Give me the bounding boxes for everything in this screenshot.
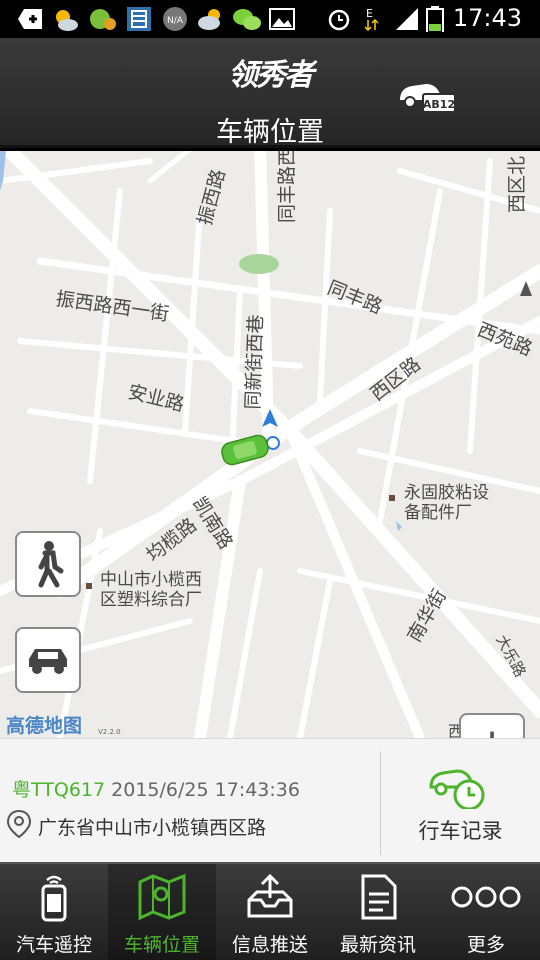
app-notification-icon [90, 9, 116, 30]
inbox-upload-icon [247, 873, 293, 918]
plate-time-line: 粤TTQ617 2015/6/25 17:43:36 [12, 775, 300, 802]
nav-item-message-push[interactable]: 信息推送 [216, 864, 324, 960]
poi-label[interactable]: 永固胶粘设 备配件厂 [404, 483, 489, 523]
poi-label-line: 区塑料综合厂 [100, 590, 202, 610]
map-location-icon [138, 873, 186, 921]
map-view[interactable]: 振西路 同丰路西 同丰路 西区北 振西路西一街 同新街西巷 西苑路 西区路 安业… [0, 151, 540, 738]
vehicle-info-panel: 粤TTQ617 2015/6/25 17:43:36 广东省中山市小榄镇西区路 … [0, 738, 540, 862]
battery-icon [426, 6, 444, 32]
nav-label: 汽车遥控 [15, 934, 92, 956]
poi-label-line: 中山市小榄西 [100, 570, 202, 590]
street-label: 西区北 [506, 155, 528, 213]
signal-strength-icon [396, 8, 418, 30]
phone-remote-icon [41, 875, 67, 922]
nav-item-remote-control[interactable]: 汽车遥控 [0, 864, 108, 960]
vehicle-select-button[interactable]: AB12 [396, 78, 458, 114]
alarm-clock-icon [328, 9, 350, 31]
vehicle-address: 广东省中山市小榄镇西区路 [38, 817, 267, 839]
car-icon [29, 649, 67, 674]
map-version: V2.2.0 [98, 728, 121, 736]
app-header: 领秀者 车辆位置 AB12 [0, 38, 540, 148]
status-bar: N/A E 17:43 [0, 0, 540, 38]
nav-item-vehicle-location[interactable]: 车辆位置 [108, 864, 216, 960]
poi-label-line: 备配件厂 [404, 503, 472, 523]
zoom-in-button[interactable]: + [461, 715, 523, 738]
car-mode-button[interactable] [15, 627, 81, 693]
nav-label: 信息推送 [231, 934, 308, 956]
clock-time: 17:43 [452, 4, 522, 32]
map-attribution: 高德地图 [6, 715, 83, 737]
more-dots-icon [451, 886, 521, 908]
nav-label: 更多 [466, 934, 505, 956]
nav-item-more[interactable]: 更多 [432, 864, 540, 960]
poi-marker [86, 583, 92, 589]
nav-item-latest-news[interactable]: 最新资讯 [324, 864, 432, 960]
nav-label: 车辆位置 [123, 934, 200, 956]
zoom-control: + − [459, 713, 525, 738]
car-clock-icon [429, 769, 485, 809]
poi-label-line: 永固胶粘设 [404, 483, 489, 503]
svg-text:E: E [366, 7, 373, 20]
street-label: 同丰路西 [276, 151, 298, 223]
plate-badge-text: AB12 [423, 98, 455, 111]
wechat-icon [233, 9, 261, 30]
page-title: 车辆位置 [216, 117, 324, 148]
nav-label: 最新资讯 [339, 934, 416, 956]
data-edge-icon: E [364, 7, 379, 32]
location-pin-icon [6, 809, 32, 839]
trip-record-label: 行车记录 [418, 819, 503, 843]
logo-text: 领秀者 [228, 58, 314, 93]
walk-mode-button[interactable] [15, 531, 81, 597]
document-icon [361, 874, 397, 920]
address-row: 广东省中山市小榄镇西区路 [6, 809, 266, 839]
na-status-icon: N/A [163, 7, 187, 31]
pedestrian-icon [38, 541, 64, 588]
car-plate-icon: AB12 [400, 84, 456, 113]
plate-number: 粤TTQ617 [12, 779, 106, 801]
poi-marker [389, 495, 395, 501]
bottom-navigation: 汽车遥控 车辆位置 信息推送 最新资讯 更多 [0, 862, 540, 960]
trip-record-button[interactable]: 行车记录 [381, 739, 540, 863]
update-datetime: 2015/6/25 17:43:36 [111, 779, 300, 801]
street-label: 同新街西巷 [241, 314, 268, 410]
weather-cloud-sun-icon [198, 9, 220, 30]
weather-sun-icon [56, 10, 78, 31]
na-label: N/A [167, 16, 184, 26]
map-roads [0, 151, 540, 738]
calendar-app-icon [127, 7, 151, 31]
image-icon [269, 8, 295, 30]
poi-label[interactable]: 中山市小榄西 区塑料综合厂 [100, 570, 202, 610]
brand-logo: 领秀者 [222, 42, 318, 98]
add-notification-icon [18, 9, 42, 29]
